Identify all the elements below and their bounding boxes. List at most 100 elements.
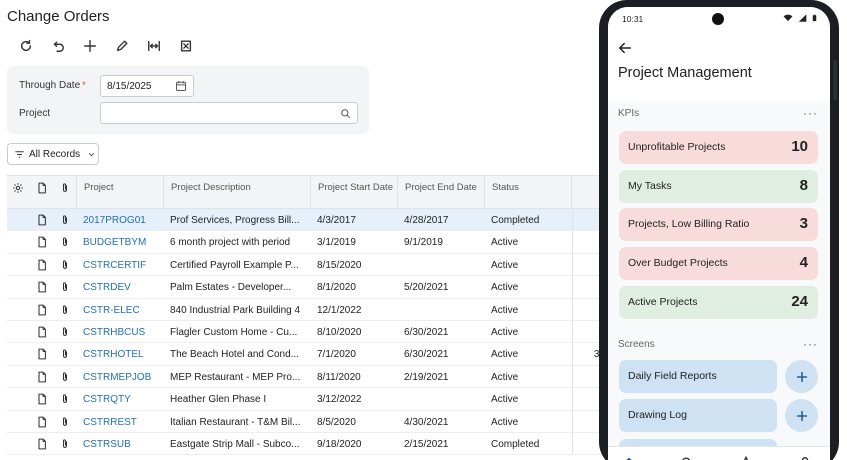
project-id-link[interactable]: CSTRSUB	[83, 439, 163, 450]
table-row[interactable]: CSTRSUB Eastgate Strip Mall - Subco... 9/1…	[7, 432, 607, 456]
row-notes-button[interactable]	[59, 281, 71, 293]
gear-icon	[13, 183, 23, 193]
table-row[interactable]: CSTRHBCUS Flagler Custom Home - Cu... 8/10…	[7, 320, 607, 344]
project-id-link[interactable]: CSTRQTY	[83, 394, 163, 405]
star-icon	[743, 455, 749, 460]
back-button[interactable]	[618, 41, 634, 57]
row-notes-button[interactable]	[59, 371, 71, 383]
project-id-link[interactable]: CSTRMEPJOB	[83, 372, 163, 383]
table-row[interactable]: CSTRHOTEL The Beach Hotel and Cond... 7/1/…	[7, 343, 607, 366]
paperclip-icon	[59, 394, 71, 408]
refresh-button[interactable]	[10, 36, 42, 56]
project-id-link[interactable]: CSTRHBCUS	[83, 327, 163, 338]
row-files-button[interactable]	[36, 281, 48, 293]
project-id-link[interactable]: CSTR-ELEC	[83, 305, 163, 316]
project-start-date: 3/12/2022	[317, 394, 362, 406]
nav-home[interactable]	[622, 456, 636, 460]
row-files-button[interactable]	[36, 348, 48, 360]
row-notes-button[interactable]	[59, 326, 71, 338]
project-id-link[interactable]: CSTRCERTIF	[83, 260, 163, 271]
row-files-button[interactable]	[36, 326, 48, 338]
project-start-date: 8/5/2020	[317, 416, 356, 428]
table-row[interactable]: CSTRMEPJOB MEP Restaurant - MEP Pro... 8/1…	[7, 365, 607, 389]
project-input[interactable]	[100, 102, 358, 124]
table-row[interactable]: CSTRREST Italian Restaurant - T&M Bil... 8…	[7, 410, 607, 433]
screen-add-button[interactable]	[785, 399, 818, 432]
nav-profile[interactable]	[798, 456, 812, 460]
nav-favorites[interactable]	[739, 455, 753, 460]
column-divider	[572, 298, 573, 320]
screen-add-button[interactable]	[785, 360, 818, 393]
table-row[interactable]: CSTRQTY Heather Glen Phase I 3/12/2022 Acti…	[7, 388, 607, 411]
row-notes-button[interactable]	[59, 259, 71, 271]
kpi-card[interactable]: Projects, Low Billing Ratio 3	[619, 208, 818, 242]
project-id-link[interactable]: CSTRREST	[83, 417, 163, 428]
column-header-start-date[interactable]: Project Start Date	[310, 176, 398, 209]
undo-button[interactable]	[42, 36, 74, 56]
row-files-button[interactable]	[36, 393, 48, 405]
column-header-end-date[interactable]: Project End Date	[397, 176, 485, 209]
table-row[interactable]: CSTR-ELEC 840 Industrial Park Building 4 1…	[7, 298, 607, 321]
project-end-date: 6/30/2021	[404, 349, 449, 361]
phone-frame: 10:31 Project Management KPIs ··· Unprof…	[599, 0, 839, 460]
row-notes-button[interactable]	[59, 304, 71, 316]
row-notes-button[interactable]	[59, 416, 71, 428]
table-row[interactable]: 2017PROG01 Prof Services, Progress Bill..…	[7, 209, 607, 232]
row-files-button[interactable]	[36, 371, 48, 383]
table-row[interactable]: CSTRCERTIF Certified Payroll Example P...…	[7, 253, 607, 277]
row-files-button[interactable]	[36, 236, 48, 248]
fit-columns-icon	[148, 40, 160, 52]
screen-item[interactable]: Daily Field Reports	[619, 360, 777, 393]
row-notes-button[interactable]	[59, 214, 71, 226]
screen-item[interactable]: Drawing Log	[619, 399, 777, 432]
filter-panel: Through Date * 8/15/2025 Project	[7, 66, 369, 134]
row-notes-button[interactable]	[59, 438, 71, 450]
row-files-button[interactable]	[36, 214, 48, 226]
kpi-card[interactable]: Unprofitable Projects 10	[619, 131, 818, 164]
project-start-date: 4/3/2017	[317, 215, 356, 226]
column-header-description[interactable]: Project Description	[163, 176, 311, 209]
all-records-label: All Records	[29, 148, 81, 160]
table-row[interactable]: BUDGETBYM 6 month project with period 3/1/…	[7, 231, 607, 254]
row-notes-button[interactable]	[59, 393, 71, 405]
kpi-card[interactable]: Over Budget Projects 4	[619, 247, 818, 281]
through-date-input[interactable]: 8/15/2025	[100, 75, 194, 97]
project-id-link[interactable]: BUDGETBYM	[83, 237, 163, 248]
all-records-filter-button[interactable]: All Records	[7, 143, 99, 165]
row-files-button[interactable]	[36, 438, 48, 450]
search-icon[interactable]	[340, 108, 351, 119]
row-files-button[interactable]	[36, 259, 48, 271]
screens-more-button[interactable]: ···	[803, 337, 818, 351]
column-divider	[572, 276, 573, 298]
row-notes-button[interactable]	[59, 236, 71, 248]
row-notes-button[interactable]	[59, 348, 71, 360]
document-icon	[36, 438, 48, 453]
project-id-link[interactable]: 2017PROG01	[83, 215, 163, 226]
through-date-label: Through Date *	[19, 80, 86, 91]
column-settings-button[interactable]	[12, 181, 24, 193]
project-id-link[interactable]: CSTRHOTEL	[83, 349, 163, 360]
kpis-section-label: KPIs	[618, 108, 640, 119]
app-title: Project Management	[618, 65, 752, 81]
export-excel-button[interactable]	[170, 36, 202, 56]
add-button[interactable]	[74, 36, 106, 56]
row-files-button[interactable]	[36, 416, 48, 428]
paperclip-icon	[59, 237, 71, 251]
calendar-icon[interactable]	[175, 80, 187, 92]
document-icon	[36, 393, 48, 408]
project-status: Active	[491, 326, 519, 338]
column-header-project[interactable]: Project	[76, 176, 164, 209]
edit-button[interactable]	[106, 36, 138, 56]
column-divider	[572, 209, 573, 231]
fit-columns-button[interactable]	[138, 36, 170, 56]
projects-grid: Project Project Description Project Star…	[7, 175, 607, 456]
screen-item-label: Drawing Log	[628, 409, 687, 421]
column-header-status[interactable]: Status	[484, 176, 572, 209]
kpi-card[interactable]: My Tasks 8	[619, 169, 818, 203]
table-row[interactable]: CSTRDEV Palm Estates - Developer... 8/1/20…	[7, 276, 607, 299]
kpis-more-button[interactable]: ···	[803, 106, 818, 120]
kpi-card[interactable]: Active Projects 24	[619, 285, 818, 319]
project-id-link[interactable]: CSTRDEV	[83, 282, 163, 293]
row-files-button[interactable]	[36, 304, 48, 316]
nav-search[interactable]	[680, 456, 694, 460]
